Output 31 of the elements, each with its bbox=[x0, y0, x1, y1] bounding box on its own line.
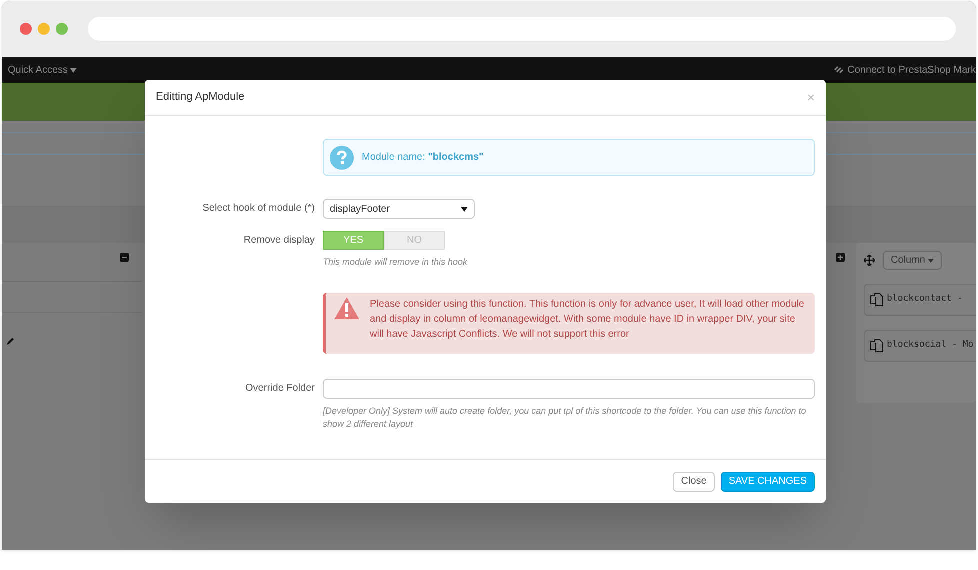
module-name: blockcontact - bbox=[887, 293, 963, 306]
collapse-icon[interactable] bbox=[120, 253, 129, 262]
link-icon bbox=[834, 65, 845, 75]
hook-select[interactable]: displayFooter bbox=[323, 199, 475, 219]
connect-link[interactable]: Connect to PrestaShop Mark bbox=[848, 62, 976, 78]
column-dropdown[interactable]: Column bbox=[883, 251, 942, 270]
warning-text: Please consider using this function. This function is only for advance user, It will load other module and display in column of leomanagewidget. With some module have ID in wrapper DIV, your site will have Javascript Conflicts. We will not support this error bbox=[370, 298, 805, 342]
field-label: Override Folder bbox=[246, 383, 315, 394]
caret-icon bbox=[461, 206, 468, 212]
modal-title: Editting ApModule bbox=[156, 90, 245, 106]
question-icon bbox=[330, 146, 354, 170]
caret-icon bbox=[928, 258, 934, 262]
field-label: Remove display bbox=[244, 235, 315, 246]
field-label: Select hook of module (*) bbox=[202, 203, 315, 214]
warning-icon bbox=[334, 297, 360, 320]
close-dialog-button[interactable]: Close bbox=[673, 472, 715, 492]
copy-icon bbox=[870, 339, 884, 353]
module-card[interactable]: blocksocial - Mo bbox=[864, 330, 976, 362]
move-icon[interactable] bbox=[864, 255, 875, 266]
quick-access-menu[interactable]: Quick Access bbox=[8, 62, 78, 78]
module-name-text: Module name: "blockcms" bbox=[362, 151, 484, 165]
module-name: blocksocial - Mo bbox=[887, 339, 974, 352]
module-card[interactable]: blockcontact - bbox=[864, 284, 976, 316]
copy-icon bbox=[870, 293, 884, 307]
expand-icon[interactable] bbox=[836, 253, 845, 262]
caret-icon bbox=[70, 68, 78, 72]
save-changes-button[interactable]: SAVE CHANGES bbox=[720, 472, 815, 492]
help-text: This module will remove in this hook bbox=[323, 256, 469, 269]
pencil-icon[interactable] bbox=[6, 337, 15, 346]
help-text: [Developer Only] System will auto create folder, you can put tpl of this shortcode to the folder. You can use this function to show 2 different layout bbox=[323, 405, 808, 431]
folder-input-field[interactable] bbox=[323, 379, 815, 399]
